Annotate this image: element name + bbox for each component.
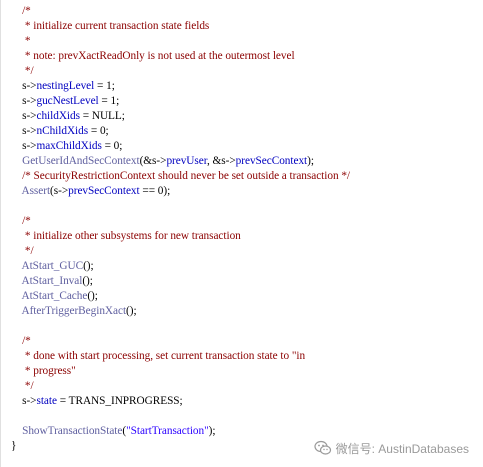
code-block: /* * initialize current transaction stat… [1,4,483,454]
code-token: = TRANS_INPROGRESS; [56,395,183,407]
code-token: AtStart_GUC [11,260,84,272]
code-token: = 1; [98,95,120,107]
code-line: s->gucNestLevel = 1; [1,94,483,109]
code-token: * initialize current transaction state f… [11,20,210,32]
code-line: AtStart_Inval(); [1,274,483,289]
code-token: * done with start processing, set curren… [11,350,306,362]
code-line: * progress" [1,364,483,379]
wechat-icon [314,440,332,456]
code-token: , &s-> [207,155,236,167]
code-token: AfterTriggerBeginXact [11,305,127,317]
code-token: (); [126,305,137,317]
watermark: 微信号: AustinDatabases [314,440,469,456]
code-editor[interactable]: /* * initialize current transaction stat… [0,0,483,467]
code-token: /* [11,5,31,17]
code-token: GetUserIdAndSecContext [11,155,140,167]
code-token: */ [11,65,34,77]
code-line: * done with start processing, set curren… [1,349,483,364]
code-token: (); [82,275,93,287]
code-token: * note: prevXactReadOnly is not used at … [11,50,295,62]
code-token: /* [11,215,31,227]
code-token: * progress" [11,365,76,377]
code-line: s->nChildXids = 0; [1,124,483,139]
code-token: s-> [11,125,37,137]
code-token: ShowTransactionState [11,425,123,437]
code-token: state [36,395,57,407]
code-line: GetUserIdAndSecContext(&s->prevUser, &s-… [1,154,483,169]
code-line: /* [1,4,483,19]
code-token: AtStart_Inval [11,275,83,287]
code-token: */ [11,380,34,392]
code-token: (s-> [50,185,69,197]
code-line: * [1,34,483,49]
code-token: s-> [11,80,37,92]
code-line: * initialize current transaction state f… [1,19,483,34]
code-token: prevSecContext [68,185,140,197]
code-line: s->nestingLevel = 1; [1,79,483,94]
code-token: prevSecContext [235,155,308,167]
code-token: nestingLevel [36,80,95,92]
code-line: /* [1,334,483,349]
code-line: Assert(s->prevSecContext == 0); [1,184,483,199]
code-line: */ [1,244,483,259]
code-token: "StartTransaction" [126,425,209,437]
watermark-text: 微信号: AustinDatabases [335,441,469,456]
code-line: AtStart_Cache(); [1,289,483,304]
code-line: s->childXids = NULL; [1,109,483,124]
code-token: prevUser [166,155,207,167]
code-line: /* SecurityRestrictionContext should nev… [1,169,483,184]
code-line: AfterTriggerBeginXact(); [1,304,483,319]
code-token: ); [307,155,314,167]
code-line: */ [1,379,483,394]
code-token: childXids [36,110,80,122]
code-token: == 0); [139,185,171,197]
code-token: * initialize other subsystems for new tr… [11,230,241,242]
code-line: * initialize other subsystems for new tr… [1,229,483,244]
code-token: AtStart_Cache [11,290,88,302]
code-token: s-> [11,110,37,122]
code-token: * [11,35,31,47]
code-token: */ [11,245,34,257]
code-line: AtStart_GUC(); [1,259,483,274]
code-token: s-> [11,95,37,107]
code-line: s->maxChildXids = 0; [1,139,483,154]
code-token: (); [83,260,94,272]
code-token: /* [11,335,31,347]
code-token: (); [87,290,98,302]
code-line: */ [1,64,483,79]
code-token: = NULL; [79,110,125,122]
code-token: gucNestLevel [36,95,99,107]
code-token: s-> [11,395,37,407]
code-line: /* [1,214,483,229]
code-token: = 0; [101,140,123,152]
code-token: = 1; [94,80,115,92]
code-line: s->state = TRANS_INPROGRESS; [1,394,483,409]
code-token: /* SecurityRestrictionContext should nev… [11,170,351,182]
code-token: maxChildXids [36,140,102,152]
code-line: * note: prevXactReadOnly is not used at … [1,49,483,64]
code-token: nChildXids [36,125,89,137]
code-token: (&s-> [139,155,167,167]
code-token: ); [208,425,216,437]
code-token: } [11,440,17,452]
code-token: Assert [11,185,51,197]
code-line: ShowTransactionState("StartTransaction")… [1,424,483,439]
code-token: s-> [11,140,37,152]
code-token: = 0; [88,125,109,137]
